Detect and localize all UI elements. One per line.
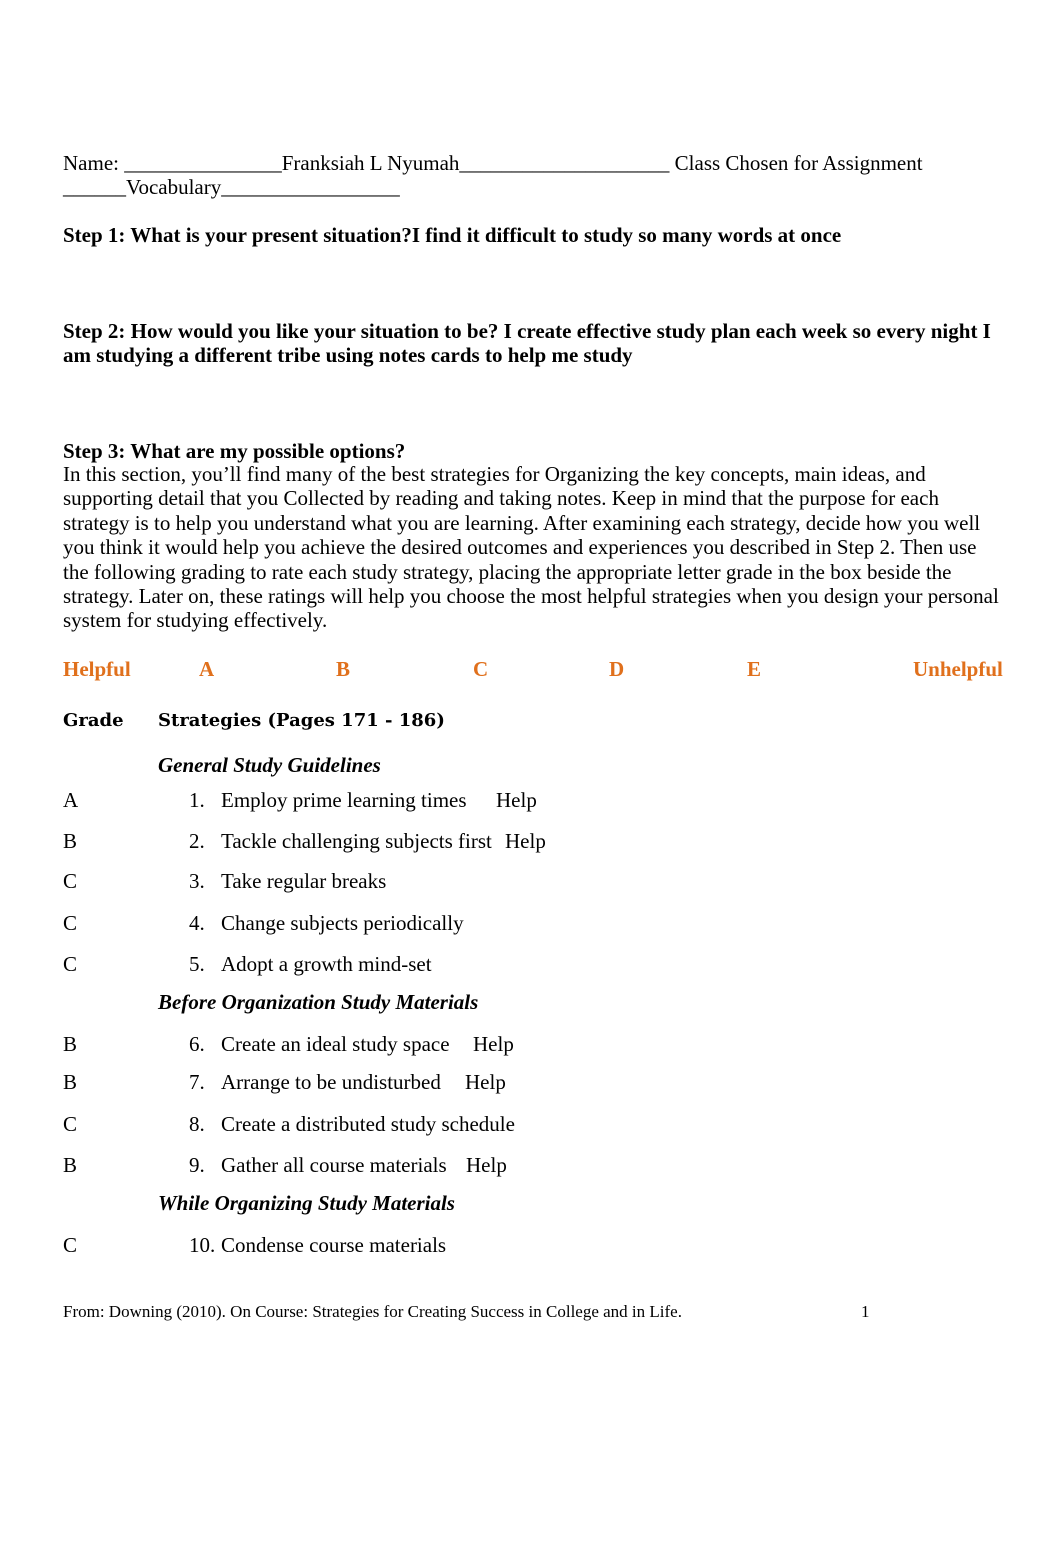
row-grade: C — [63, 1233, 78, 1257]
step2-line2: am studying a different tribe using note… — [63, 343, 633, 367]
row-text: Condense course materials — [221, 1233, 447, 1257]
paragraph-line: strategy. Later on, these ratings will h… — [63, 584, 999, 609]
class-line: ______Vocabulary_________________ — [63, 175, 400, 199]
row-grade: C — [63, 952, 78, 976]
row-number: 8. — [189, 1112, 205, 1136]
row-text: Gather all course materials — [221, 1153, 447, 1177]
row-number: 5. — [189, 952, 205, 976]
step3-title: Step 3: What are my possible options? — [63, 439, 406, 463]
section-before: Before Organization Study Materials — [158, 990, 479, 1014]
paragraph-line: you think it would help you achieve the … — [63, 535, 977, 560]
section-general: General Study Guidelines — [158, 753, 381, 777]
scale-grade-a: A — [199, 657, 215, 681]
scale-grade-b: B — [336, 657, 351, 681]
row-note: Help — [496, 788, 537, 812]
row-note: Help — [466, 1153, 507, 1177]
paragraph-line: the following grading to rate each study… — [63, 559, 952, 584]
step1-text: Step 1: What is your present situation?I… — [63, 223, 842, 247]
row-text: Adopt a growth mind-set — [221, 952, 432, 976]
row-grade: B — [63, 1153, 78, 1177]
paragraph-line: supporting detail that you Collected by … — [63, 486, 939, 511]
row-grade: C — [63, 1112, 78, 1136]
row-number: 3. — [189, 869, 205, 893]
row-note: Help — [505, 829, 546, 853]
row-text: Create a distributed study schedule — [221, 1112, 515, 1136]
paragraph-line: In this section, you’ll find many of the… — [63, 462, 926, 486]
scale-unhelpful: Unhelpful — [913, 657, 1003, 681]
row-grade: B — [63, 1032, 78, 1056]
scale-grade-c: C — [473, 657, 489, 681]
scale-grade-d: D — [609, 657, 625, 681]
row-grade: B — [63, 829, 78, 853]
step3-paragraph: In this section, you’ll find many of the… — [63, 462, 1013, 633]
scale-grade-e: E — [747, 657, 762, 681]
paragraph-line: strategy is to help you understand what … — [63, 510, 981, 535]
row-number: 1. — [189, 788, 205, 812]
strategies-header: Strategies (Pages 171 - 186) — [158, 710, 445, 731]
row-note: Help — [465, 1070, 506, 1094]
section-while: While Organizing Study Materials — [158, 1191, 455, 1215]
name-line: Name: _______________Franksiah L Nyumah_… — [63, 151, 923, 175]
row-text: Change subjects periodically — [221, 911, 464, 935]
row-text: Create an ideal study space — [221, 1032, 450, 1056]
footer-citation: From: Downing (2010). On Course: Strateg… — [63, 1302, 682, 1321]
row-grade: C — [63, 869, 78, 893]
row-number: 4. — [189, 911, 205, 935]
row-text: Take regular breaks — [221, 869, 387, 893]
grade-header: Grade — [63, 710, 124, 731]
paragraph-line: system for studying effectively. — [63, 608, 328, 633]
row-number: 9. — [189, 1153, 205, 1177]
step2-line1: Step 2: How would you like your situatio… — [63, 319, 991, 343]
row-text: Arrange to be undisturbed — [221, 1070, 441, 1094]
row-note: Help — [473, 1032, 514, 1056]
row-number: 2. — [189, 829, 205, 853]
row-number: 7. — [189, 1070, 205, 1094]
row-text: Employ prime learning times — [221, 788, 467, 812]
row-number: 10. — [189, 1233, 216, 1257]
page-number: 1 — [861, 1302, 870, 1321]
row-grade: B — [63, 1070, 78, 1094]
row-grade: A — [63, 788, 79, 812]
row-number: 6. — [189, 1032, 205, 1056]
row-text: Tackle challenging subjects first — [221, 829, 492, 853]
scale-helpful: Helpful — [63, 657, 131, 681]
row-grade: C — [63, 911, 78, 935]
